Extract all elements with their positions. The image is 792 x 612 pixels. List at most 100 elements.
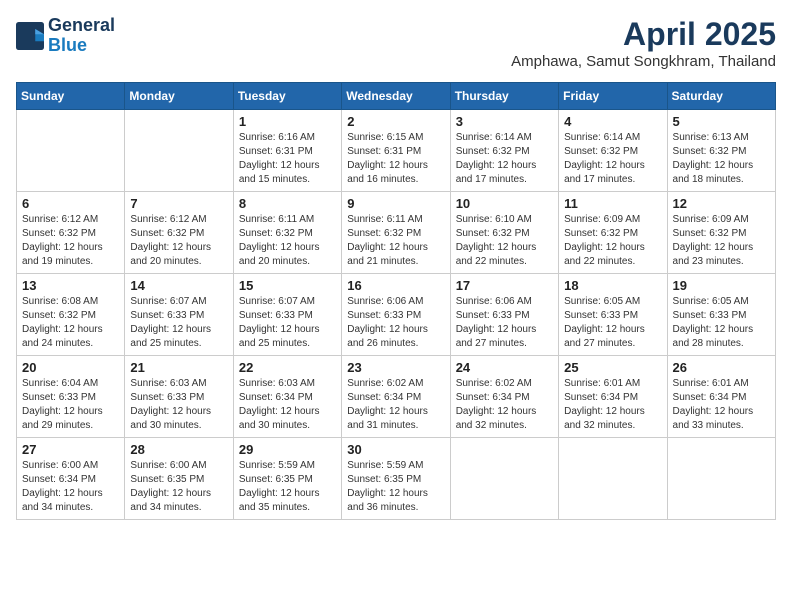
weekday-header-wednesday: Wednesday [342,83,450,110]
calendar-cell: 7 Sunrise: 6:12 AM Sunset: 6:32 PM Daylig… [125,192,233,274]
calendar-cell: 27 Sunrise: 6:00 AM Sunset: 6:34 PM Dayli… [17,438,125,520]
calendar-cell: 22 Sunrise: 6:03 AM Sunset: 6:34 PM Dayli… [233,356,341,438]
day-number: 29 [239,442,336,457]
day-info: Sunrise: 6:03 AM Sunset: 6:34 PM Dayligh… [239,377,336,433]
calendar-cell: 5 Sunrise: 6:13 AM Sunset: 6:32 PM Daylig… [667,110,775,192]
calendar-cell [125,110,233,192]
day-info: Sunrise: 6:07 AM Sunset: 6:33 PM Dayligh… [239,295,336,351]
day-number: 10 [456,196,553,211]
calendar-cell: 15 Sunrise: 6:07 AM Sunset: 6:33 PM Dayli… [233,274,341,356]
calendar-cell: 18 Sunrise: 6:05 AM Sunset: 6:33 PM Dayli… [559,274,667,356]
weekday-header-friday: Friday [559,83,667,110]
day-info: Sunrise: 6:00 AM Sunset: 6:34 PM Dayligh… [22,459,119,515]
calendar-title: April 2025 [511,16,776,53]
day-info: Sunrise: 6:01 AM Sunset: 6:34 PM Dayligh… [673,377,770,433]
day-number: 17 [456,278,553,293]
day-number: 2 [347,114,444,129]
calendar-cell: 10 Sunrise: 6:10 AM Sunset: 6:32 PM Dayli… [450,192,558,274]
day-info: Sunrise: 6:10 AM Sunset: 6:32 PM Dayligh… [456,213,553,269]
day-number: 15 [239,278,336,293]
day-info: Sunrise: 6:13 AM Sunset: 6:32 PM Dayligh… [673,131,770,187]
calendar-cell: 14 Sunrise: 6:07 AM Sunset: 6:33 PM Dayli… [125,274,233,356]
calendar-cell: 8 Sunrise: 6:11 AM Sunset: 6:32 PM Daylig… [233,192,341,274]
week-row-5: 27 Sunrise: 6:00 AM Sunset: 6:34 PM Dayli… [17,438,776,520]
day-number: 4 [564,114,661,129]
day-number: 14 [130,278,227,293]
day-number: 6 [22,196,119,211]
calendar-cell [450,438,558,520]
day-info: Sunrise: 5:59 AM Sunset: 6:35 PM Dayligh… [239,459,336,515]
day-number: 27 [22,442,119,457]
day-info: Sunrise: 6:11 AM Sunset: 6:32 PM Dayligh… [239,213,336,269]
calendar-cell: 9 Sunrise: 6:11 AM Sunset: 6:32 PM Daylig… [342,192,450,274]
calendar-cell: 12 Sunrise: 6:09 AM Sunset: 6:32 PM Dayli… [667,192,775,274]
calendar-cell: 21Sunrise: 6:03 AM Sunset: 6:33 PM Dayli… [125,356,233,438]
calendar-subtitle: Amphawa, Samut Songkhram, Thailand [511,53,776,70]
calendar-cell: 26 Sunrise: 6:01 AM Sunset: 6:34 PM Dayli… [667,356,775,438]
calendar-cell: 13 Sunrise: 6:08 AM Sunset: 6:32 PM Dayli… [17,274,125,356]
calendar-cell: 11Sunrise: 6:09 AM Sunset: 6:32 PM Dayli… [559,192,667,274]
day-info: Sunrise: 5:59 AM Sunset: 6:35 PM Dayligh… [347,459,444,515]
calendar-cell: 24Sunrise: 6:02 AM Sunset: 6:34 PM Dayli… [450,356,558,438]
day-number: 1 [239,114,336,129]
day-info: Sunrise: 6:12 AM Sunset: 6:32 PM Dayligh… [22,213,119,269]
day-number: 13 [22,278,119,293]
day-info: Sunrise: 6:15 AM Sunset: 6:31 PM Dayligh… [347,131,444,187]
calendar-cell [559,438,667,520]
day-info: Sunrise: 6:16 AM Sunset: 6:31 PM Dayligh… [239,131,336,187]
calendar-cell: 29 Sunrise: 5:59 AM Sunset: 6:35 PM Dayli… [233,438,341,520]
logo-general: General [48,15,115,35]
day-number: 21 [130,360,227,375]
calendar-cell: 6 Sunrise: 6:12 AM Sunset: 6:32 PM Daylig… [17,192,125,274]
day-number: 16 [347,278,444,293]
calendar-cell [17,110,125,192]
day-number: 7 [130,196,227,211]
week-row-4: 20 Sunrise: 6:04 AM Sunset: 6:33 PM Dayli… [17,356,776,438]
calendar-cell: 2 Sunrise: 6:15 AM Sunset: 6:31 PM Daylig… [342,110,450,192]
day-info: Sunrise: 6:07 AM Sunset: 6:33 PM Dayligh… [130,295,227,351]
day-info: Sunrise: 6:04 AM Sunset: 6:33 PM Dayligh… [22,377,119,433]
day-number: 25 [564,360,661,375]
calendar-cell: 30Sunrise: 5:59 AM Sunset: 6:35 PM Dayli… [342,438,450,520]
day-info: Sunrise: 6:14 AM Sunset: 6:32 PM Dayligh… [564,131,661,187]
day-info: Sunrise: 6:02 AM Sunset: 6:34 PM Dayligh… [347,377,444,433]
day-number: 20 [22,360,119,375]
calendar-cell: 19 Sunrise: 6:05 AM Sunset: 6:33 PM Dayli… [667,274,775,356]
header: General Blue April 2025 Amphawa, Samut S… [16,16,776,70]
day-info: Sunrise: 6:14 AM Sunset: 6:32 PM Dayligh… [456,131,553,187]
day-info: Sunrise: 6:09 AM Sunset: 6:32 PM Dayligh… [673,213,770,269]
day-number: 22 [239,360,336,375]
calendar-cell: 25Sunrise: 6:01 AM Sunset: 6:34 PM Dayli… [559,356,667,438]
day-number: 12 [673,196,770,211]
calendar-cell: 3Sunrise: 6:14 AM Sunset: 6:32 PM Daylig… [450,110,558,192]
calendar-cell: 28 Sunrise: 6:00 AM Sunset: 6:35 PM Dayli… [125,438,233,520]
calendar-cell: 23Sunrise: 6:02 AM Sunset: 6:34 PM Dayli… [342,356,450,438]
day-info: Sunrise: 6:06 AM Sunset: 6:33 PM Dayligh… [347,295,444,351]
logo-icon [16,22,44,50]
calendar-cell: 17Sunrise: 6:06 AM Sunset: 6:33 PM Dayli… [450,274,558,356]
day-number: 28 [130,442,227,457]
week-row-1: 1 Sunrise: 6:16 AM Sunset: 6:31 PM Daylig… [17,110,776,192]
day-info: Sunrise: 6:08 AM Sunset: 6:32 PM Dayligh… [22,295,119,351]
logo: General Blue [16,16,115,56]
day-number: 18 [564,278,661,293]
day-number: 9 [347,196,444,211]
day-info: Sunrise: 6:05 AM Sunset: 6:33 PM Dayligh… [564,295,661,351]
day-number: 5 [673,114,770,129]
day-info: Sunrise: 6:09 AM Sunset: 6:32 PM Dayligh… [564,213,661,269]
day-info: Sunrise: 6:02 AM Sunset: 6:34 PM Dayligh… [456,377,553,433]
day-info: Sunrise: 6:05 AM Sunset: 6:33 PM Dayligh… [673,295,770,351]
title-block: April 2025 Amphawa, Samut Songkhram, Tha… [511,16,776,70]
weekday-header-monday: Monday [125,83,233,110]
weekday-header-saturday: Saturday [667,83,775,110]
day-info: Sunrise: 6:12 AM Sunset: 6:32 PM Dayligh… [130,213,227,269]
day-number: 19 [673,278,770,293]
day-number: 8 [239,196,336,211]
week-row-2: 6 Sunrise: 6:12 AM Sunset: 6:32 PM Daylig… [17,192,776,274]
day-info: Sunrise: 6:11 AM Sunset: 6:32 PM Dayligh… [347,213,444,269]
day-number: 26 [673,360,770,375]
calendar-cell: 16 Sunrise: 6:06 AM Sunset: 6:33 PM Dayli… [342,274,450,356]
day-info: Sunrise: 6:00 AM Sunset: 6:35 PM Dayligh… [130,459,227,515]
calendar-cell: 4 Sunrise: 6:14 AM Sunset: 6:32 PM Daylig… [559,110,667,192]
calendar-cell: 20 Sunrise: 6:04 AM Sunset: 6:33 PM Dayli… [17,356,125,438]
